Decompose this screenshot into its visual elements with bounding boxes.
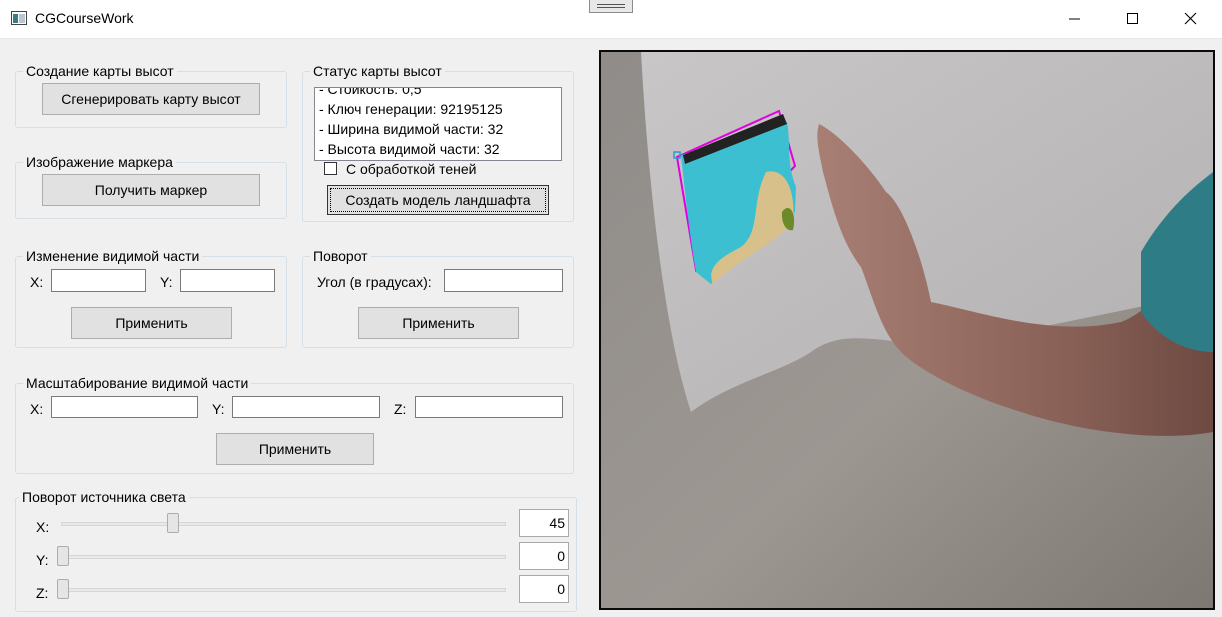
status-item: - Ширина видимой части: 32	[319, 121, 504, 137]
heightmap-create-group: Создание карты высот Сгенерировать карту…	[15, 62, 287, 128]
visible-part-y-label: Y:	[160, 274, 173, 290]
light-z-label: Z:	[36, 585, 49, 601]
visible-part-x-input[interactable]	[51, 269, 146, 292]
camera-feed-image	[601, 52, 1213, 608]
light-x-label: X:	[36, 519, 50, 535]
visible-part-apply-button[interactable]: Применить	[71, 307, 232, 339]
light-z-slider-thumb[interactable]	[57, 579, 69, 599]
heightmap-status-legend: Статус карты высот	[310, 62, 445, 80]
status-item: - Ключ генерации: 92195125	[319, 101, 503, 117]
light-y-slider[interactable]	[61, 555, 506, 559]
scaling-z-input[interactable]	[415, 396, 563, 418]
rotation-group: Поворот Угол (в градусах): Применить	[302, 247, 574, 348]
minimize-icon	[1069, 18, 1080, 20]
generate-heightmap-button[interactable]: Сгенерировать карту высот	[42, 83, 260, 115]
rotation-apply-button[interactable]: Применить	[358, 307, 519, 339]
marker-image-group: Изображение маркера Получить маркер	[15, 153, 287, 219]
light-z-value[interactable]	[519, 575, 569, 603]
angle-input[interactable]	[444, 269, 563, 292]
visible-part-group: Изменение видимой части X: Y: Применить	[15, 247, 287, 348]
visible-part-x-label: X:	[30, 274, 44, 290]
heightmap-create-legend: Создание карты высот	[23, 62, 177, 80]
light-y-slider-thumb[interactable]	[57, 546, 69, 566]
scaling-apply-button[interactable]: Применить	[216, 433, 374, 465]
maximize-icon	[1127, 13, 1138, 24]
light-rotation-group: Поворот источника света X: Y: Z:	[15, 488, 577, 612]
angle-label: Угол (в градусах):	[317, 274, 432, 290]
heightmap-status-group: Статус карты высот - Стойкость: 0,5 - Кл…	[302, 62, 574, 222]
get-marker-button[interactable]: Получить маркер	[42, 174, 260, 206]
app-icon	[11, 11, 27, 25]
close-button[interactable]	[1162, 0, 1220, 38]
status-item: - Высота видимой части: 32	[319, 141, 500, 157]
window-title: CGCourseWork	[35, 10, 134, 26]
title-bar[interactable]: CGCourseWork	[0, 0, 1222, 39]
drag-handle[interactable]	[589, 0, 633, 13]
shadows-label[interactable]: С обработкой теней	[346, 160, 476, 178]
create-landscape-button[interactable]: Создать модель ландшафта	[327, 185, 549, 215]
scaling-x-label: X:	[30, 401, 44, 417]
marker-image-legend: Изображение маркера	[23, 153, 176, 171]
light-y-label: Y:	[36, 552, 49, 568]
scaling-group: Масштабирование видимой части X: Y: Z: П…	[15, 374, 574, 474]
scaling-z-label: Z:	[394, 401, 407, 417]
camera-viewport[interactable]	[599, 50, 1215, 610]
light-x-slider-thumb[interactable]	[167, 513, 179, 533]
scaling-y-input[interactable]	[232, 396, 380, 418]
status-item: - Стойкость: 0,5	[319, 87, 422, 97]
status-list[interactable]: - Стойкость: 0,5 - Ключ генерации: 92195…	[314, 87, 562, 161]
scaling-x-input[interactable]	[51, 396, 198, 418]
maximize-button[interactable]	[1104, 0, 1162, 38]
visible-part-y-input[interactable]	[180, 269, 275, 292]
rotation-legend: Поворот	[310, 247, 371, 265]
scaling-y-label: Y:	[212, 401, 225, 417]
close-icon	[1184, 12, 1197, 25]
light-x-value[interactable]	[519, 509, 569, 537]
light-z-slider[interactable]	[61, 588, 506, 592]
minimize-button[interactable]	[1046, 0, 1104, 38]
scaling-legend: Масштабирование видимой части	[23, 374, 252, 392]
light-y-value[interactable]	[519, 542, 569, 570]
visible-part-legend: Изменение видимой части	[23, 247, 203, 265]
light-x-slider[interactable]	[61, 522, 506, 526]
light-rotation-legend: Поворот источника света	[19, 488, 189, 506]
shadows-checkbox[interactable]	[324, 162, 337, 175]
